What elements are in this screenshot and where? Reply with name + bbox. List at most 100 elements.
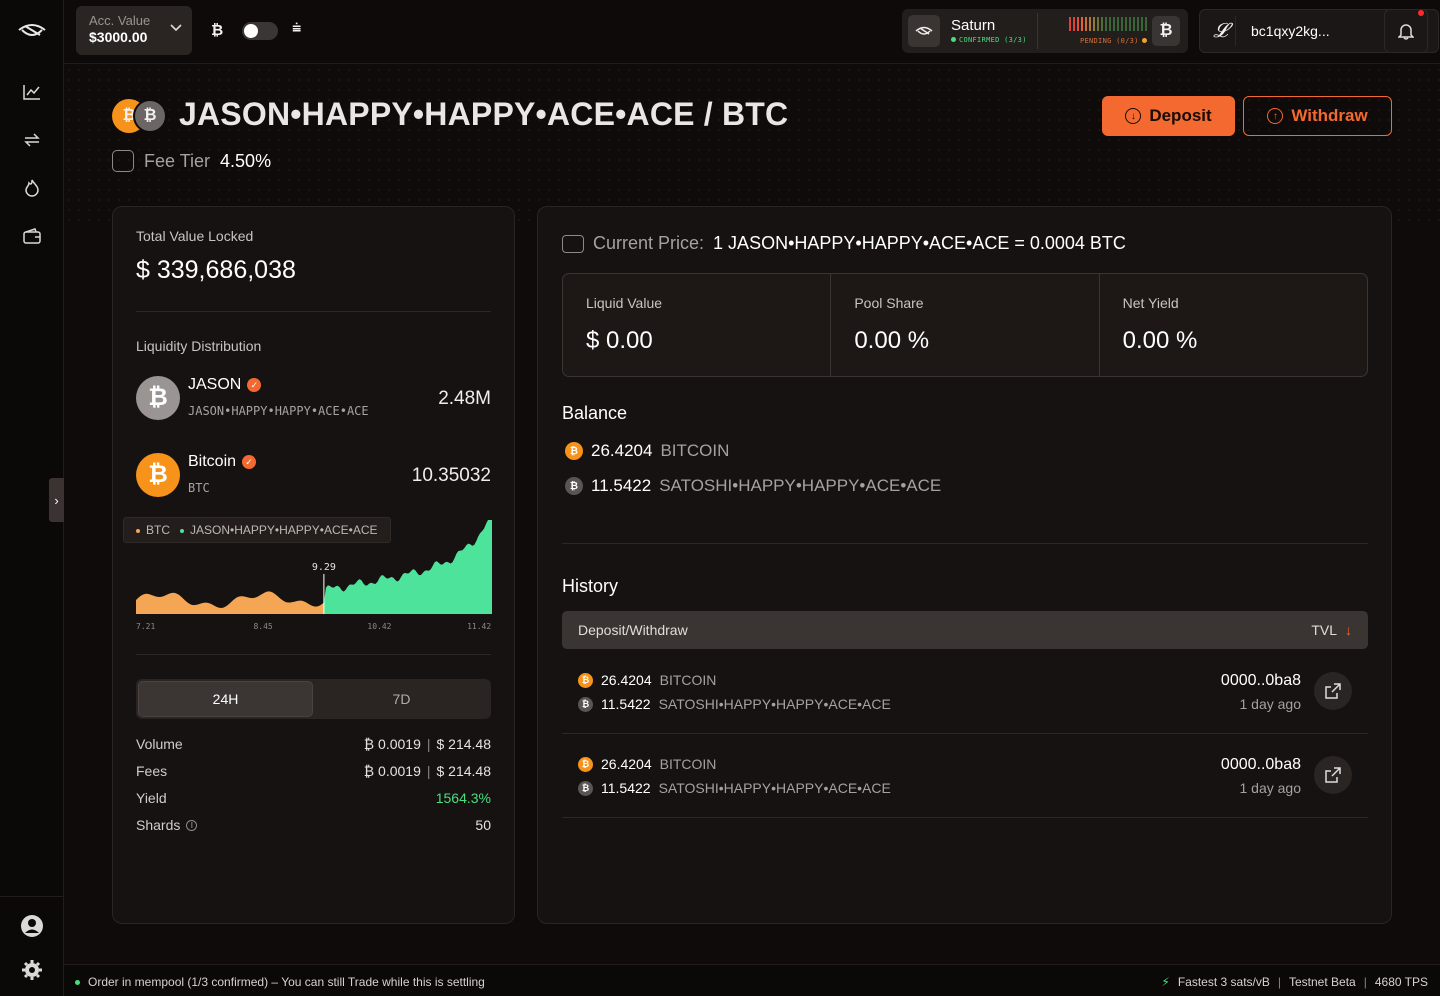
sort-tvl-button[interactable]: TVL ↓ [1311,622,1352,638]
token-amount: 2.48M [438,388,491,409]
notifications-bell-icon[interactable] [1384,9,1428,53]
toggle-knob [244,24,258,38]
position-metrics: Liquid Value $ 0.00 Pool Share 0.00 % Net … [562,273,1368,377]
notification-dot [1418,10,1424,16]
top-bar: Acc. Value $3000.00 ₿ ⩧ Saturn CONFIRMED… [64,0,1440,64]
balance-item-rune: ₿ 11.5422 SATOSHI•HAPPY•HAPPY•ACE•ACE [565,476,941,496]
status-dot [75,979,80,985]
tx-id: 0000..0ba8 [1220,672,1301,689]
expand-sidebar-chevron-icon[interactable]: › [49,478,64,522]
chevron-down-icon [170,24,182,32]
tx-id: 0000..0ba8 [1220,756,1301,773]
currency-toggle[interactable] [242,22,278,40]
x-tick-label: 11.42 [467,622,491,631]
fee-tier-label: Fee Tier [144,150,211,171]
rune-token-icon: ₿ [578,696,593,712]
token-name: JASON ✓ [188,376,262,394]
token-amount: 10.35032 [411,465,491,486]
divider [136,311,491,312]
external-link-icon[interactable] [1314,672,1352,710]
rune-mode-icon[interactable]: ⩧ [292,20,301,38]
chart-marker-label: 9.29 [312,562,336,573]
metric-net-yield: Net Yield 0.00 % [1122,295,1198,354]
stat-shards: Shards i 50 [136,817,491,833]
token-ticker: JASON•HAPPY•HAPPY•ACE•ACE [188,404,369,418]
legend-item-jason: JASON•HAPPY•HAPPY•ACE•ACE [180,523,378,537]
arrow-down-icon: ↓ [1125,108,1142,124]
stat-fees: Fees ₿ 0.0019 | $ 214.48 [136,763,491,779]
status-bar: Order in mempool (1/3 confirmed) – You c… [64,964,1440,996]
bitcoin-icon: ₿ [578,756,593,772]
position-card: Current Price: 1 JASON•HAPPY•HAPPY•ACE•A… [537,206,1392,924]
x-tick-label: 10.42 [367,622,391,631]
swap-nav-icon[interactable] [20,128,44,152]
bitcoin-icon: ₿ [578,672,593,688]
fire-nav-icon[interactable] [20,176,44,200]
info-icon[interactable]: i [186,819,198,831]
account-value-dropdown[interactable]: Acc. Value $3000.00 [76,6,192,55]
token-name: Bitcoin ✓ [188,453,257,471]
network-stats: ⚡ Fastest 3 sats/vB | Testnet Beta | 4680 T… [1161,975,1428,989]
network-status[interactable]: Saturn CONFIRMED (3/3) PENDING (0/3) ₿ [902,9,1188,53]
pool-stats-card: Total Value Locked $ 339,686,038 Liquidi… [112,206,515,924]
page-title: JASON•HAPPY•HAPPY•ACE•ACE / BTC [179,96,789,132]
profile-icon[interactable] [20,914,44,938]
tx-time: 1 day ago [1239,780,1302,796]
verified-icon: ✓ [242,455,257,469]
fee-tier-icon [112,150,134,172]
background-dot-grid [64,65,1440,225]
pending-status: PENDING (0/3) [1080,37,1147,45]
status-divider [1037,13,1038,49]
current-price: Current Price: 1 JASON•HAPPY•HAPPY•ACE•A… [562,233,1126,254]
deposit-button[interactable]: ↓ Deposit [1102,96,1235,136]
wallet-address: bc1qxy2kg... [1251,23,1330,39]
liquidity-distribution-label: Liquidity Distribution [136,338,262,354]
divider [562,543,1368,544]
stat-volume: Volume ₿ 0.0019 | $ 214.48 [136,736,491,752]
divider [136,654,491,655]
withdraw-button[interactable]: ↑ Withdraw [1243,96,1392,136]
metric-pool-share: Pool Share 0.00 % [831,274,1100,376]
metric-liquid-value: Liquid Value $ 0.00 [563,274,832,376]
price-icon [562,234,584,253]
bitcoin-icon: ₿ [136,453,180,497]
history-row: ₿ 26.4204 BITCOIN ₿ 11.5422 SATOSHI•HAPPY•HA… [562,734,1368,818]
token-row-jason: ₿ JASON ✓ JASON•HAPPY•HAPPY•ACE•ACE 2.48M [136,376,491,422]
x-tick-label: 8.45 [253,622,272,631]
rune-token-icon: ₿ [578,780,593,796]
wallet-logo-icon: 𝓛 [1206,16,1236,46]
tab-24h[interactable]: 24H [138,681,313,717]
app-logo-icon[interactable] [16,18,48,44]
lightning-icon: ⚡ [1161,975,1170,989]
settings-gear-icon[interactable] [20,958,44,982]
btc-mode-icon[interactable]: ₿ [211,22,223,39]
tab-7d[interactable]: 7D [314,681,489,717]
rune-token-icon: ₿ [565,477,583,495]
account-value: $3000.00 [89,29,148,45]
network-name: Saturn [951,17,996,34]
external-link-icon[interactable] [1314,756,1352,794]
history-title: History [562,576,619,596]
tx-time: 1 day ago [1239,696,1302,712]
tvl-value: $ 339,686,038 [136,256,296,284]
saturn-logo-icon [908,15,940,47]
x-tick-label: 7.21 [136,622,155,631]
balance-title: Balance [562,403,628,423]
bitcoin-icon: ₿ [133,99,167,133]
verified-icon: ✓ [247,378,262,392]
bitcoin-icon: ₿ [565,442,583,460]
fee-tier: Fee Tier 4.50% [112,150,271,172]
wallet-nav-icon[interactable] [20,224,44,248]
chart-legend: BTC JASON•HAPPY•HAPPY•ACE•ACE [123,517,391,543]
pair-icons: ₿ ₿ [112,99,170,133]
legend-item-btc: BTC [136,523,170,537]
series-area-btc [136,591,324,614]
chart-nav-icon[interactable] [20,80,44,104]
stat-yield: Yield 1564.3% [136,790,491,806]
token-ticker: BTC [188,481,210,495]
mempool-status: Order in mempool (1/3 confirmed) – You c… [75,975,485,989]
jason-token-icon: ₿ [136,376,180,420]
token-row-bitcoin: ₿ Bitcoin ✓ BTC 10.35032 [136,453,491,499]
balance-item-btc: ₿ 26.4204 BITCOIN [565,441,729,461]
fee-tier-value: 4.50% [220,150,272,171]
